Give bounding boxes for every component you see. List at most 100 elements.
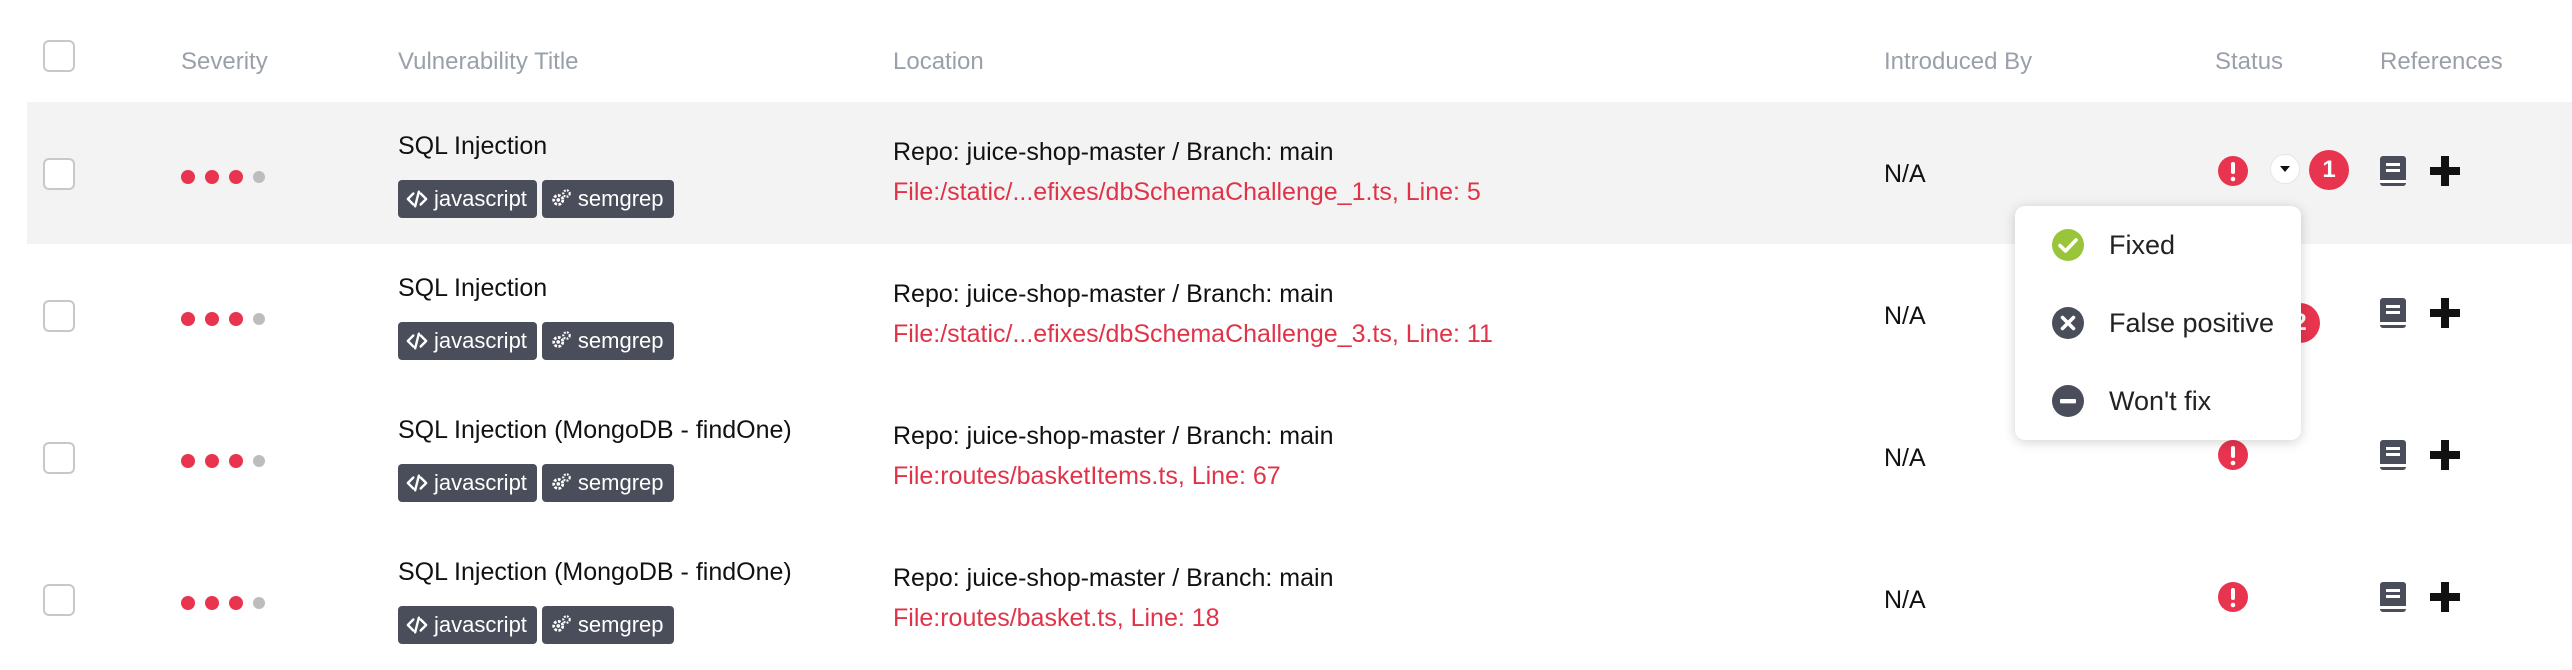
code-icon: [406, 474, 428, 492]
column-header-severity[interactable]: Severity: [181, 48, 268, 76]
tag-javascript: javascript: [398, 322, 537, 360]
exclamation-circle-icon[interactable]: [2217, 581, 2249, 613]
column-header-location[interactable]: Location: [893, 48, 984, 76]
severity-dot: [181, 596, 195, 610]
exclamation-circle-icon[interactable]: [2217, 439, 2249, 471]
location-repo: Repo: juice-shop-master / Branch: main: [893, 138, 1334, 166]
table-row[interactable]: SQL Injection (MongoDB - findOne) javasc…: [27, 528, 2572, 670]
table-header: Severity Vulnerability Title Location In…: [27, 0, 2572, 103]
code-icon: [406, 190, 428, 208]
location-file-link[interactable]: File:/static/...efixes/dbSchemaChallenge…: [893, 320, 1493, 349]
severity-indicator: [181, 312, 271, 326]
gears-icon: [552, 189, 571, 206]
column-header-references[interactable]: References: [2380, 48, 2503, 76]
tag-javascript: javascript: [398, 606, 537, 644]
minus-circle-icon: [2052, 385, 2084, 417]
row-checkbox[interactable]: [43, 158, 75, 190]
severity-dot: [181, 312, 195, 326]
row-checkbox[interactable]: [43, 442, 75, 474]
book-icon[interactable]: [2378, 296, 2408, 330]
code-icon: [406, 616, 428, 634]
location-repo: Repo: juice-shop-master / Branch: main: [893, 564, 1334, 592]
caret-down-icon: [2280, 166, 2290, 172]
status-option-label: False positive: [2109, 307, 2275, 338]
introduced-by: N/A: [1884, 160, 1926, 188]
x-circle-icon: [2052, 307, 2084, 339]
select-all-checkbox[interactable]: [43, 40, 75, 72]
vulnerability-title[interactable]: SQL Injection: [398, 132, 547, 161]
vulnerability-title[interactable]: SQL Injection (MongoDB - findOne): [398, 558, 792, 587]
tag-label: semgrep: [577, 328, 664, 353]
book-icon[interactable]: [2378, 580, 2408, 614]
severity-dot: [205, 312, 219, 326]
severity-dot: [253, 171, 265, 183]
status-option-label: Fixed: [2109, 229, 2176, 260]
row-checkbox[interactable]: [43, 300, 75, 332]
plus-icon[interactable]: [2429, 439, 2461, 471]
status-dropdown-toggle[interactable]: [2270, 154, 2300, 184]
tag-label: semgrep: [577, 186, 664, 211]
code-icon: [406, 332, 428, 350]
location-file-link[interactable]: File:/static/...efixes/dbSchemaChallenge…: [893, 178, 1481, 207]
severity-dot: [253, 597, 265, 609]
introduced-by: N/A: [1884, 302, 1926, 330]
row-checkbox[interactable]: [43, 584, 75, 616]
severity-dot: [229, 312, 243, 326]
tag-list: javascript semgrep: [398, 322, 674, 360]
column-header-status[interactable]: Status: [2215, 48, 2283, 76]
severity-dot: [181, 454, 195, 468]
tag-list: javascript semgrep: [398, 180, 674, 218]
tag-javascript: javascript: [398, 464, 537, 502]
gears-icon: [552, 331, 571, 348]
plus-icon[interactable]: [2429, 581, 2461, 613]
status-dropdown-menu: Fixed False positive Won't fix: [2015, 206, 2301, 440]
tag-label: javascript: [434, 612, 527, 637]
book-icon[interactable]: [2378, 438, 2408, 472]
exclamation-circle-icon[interactable]: [2217, 155, 2249, 187]
location-file-link[interactable]: File:routes/basket.ts, Line: 18: [893, 604, 1220, 633]
tag-javascript: javascript: [398, 180, 537, 218]
tag-label: semgrep: [577, 612, 664, 637]
severity-dot: [205, 596, 219, 610]
severity-dot: [229, 596, 243, 610]
column-header-introduced-by[interactable]: Introduced By: [1884, 48, 2032, 76]
gears-icon: [552, 473, 571, 490]
tag-label: semgrep: [577, 470, 664, 495]
severity-dot: [229, 454, 243, 468]
tag-label: javascript: [434, 186, 527, 211]
location-file-link[interactable]: File:routes/basketItems.ts, Line: 67: [893, 462, 1281, 491]
introduced-by: N/A: [1884, 586, 1926, 614]
severity-dot: [229, 170, 243, 184]
check-circle-icon: [2052, 229, 2084, 261]
severity-dot: [253, 455, 265, 467]
column-header-title[interactable]: Vulnerability Title: [398, 48, 579, 76]
vulnerability-title[interactable]: SQL Injection: [398, 274, 547, 303]
introduced-by: N/A: [1884, 444, 1926, 472]
book-icon[interactable]: [2378, 154, 2408, 188]
tag-semgrep: semgrep: [541, 464, 674, 502]
vulnerabilities-table: Severity Vulnerability Title Location In…: [27, 0, 2572, 670]
status-option-label: Won't fix: [2109, 385, 2212, 416]
status-option-wont-fix[interactable]: Won't fix: [2015, 366, 2301, 436]
tag-list: javascript semgrep: [398, 464, 674, 502]
tag-semgrep: semgrep: [541, 322, 674, 360]
plus-icon[interactable]: [2429, 155, 2461, 187]
vulnerability-title[interactable]: SQL Injection (MongoDB - findOne): [398, 416, 792, 445]
location-repo: Repo: juice-shop-master / Branch: main: [893, 280, 1334, 308]
location-repo: Repo: juice-shop-master / Branch: main: [893, 422, 1334, 450]
severity-dot: [181, 170, 195, 184]
tag-label: javascript: [434, 328, 527, 353]
severity-indicator: [181, 596, 271, 610]
severity-dot: [205, 454, 219, 468]
status-option-fixed[interactable]: Fixed: [2015, 210, 2301, 280]
severity-indicator: [181, 454, 271, 468]
gears-icon: [552, 615, 571, 632]
annotation-badge-1: 1: [2309, 150, 2349, 190]
plus-icon[interactable]: [2429, 297, 2461, 329]
tag-list: javascript semgrep: [398, 606, 674, 644]
status-option-false-positive[interactable]: False positive: [2015, 288, 2301, 358]
tag-label: javascript: [434, 470, 527, 495]
severity-dot: [253, 313, 265, 325]
tag-semgrep: semgrep: [541, 606, 674, 644]
severity-indicator: [181, 170, 271, 184]
